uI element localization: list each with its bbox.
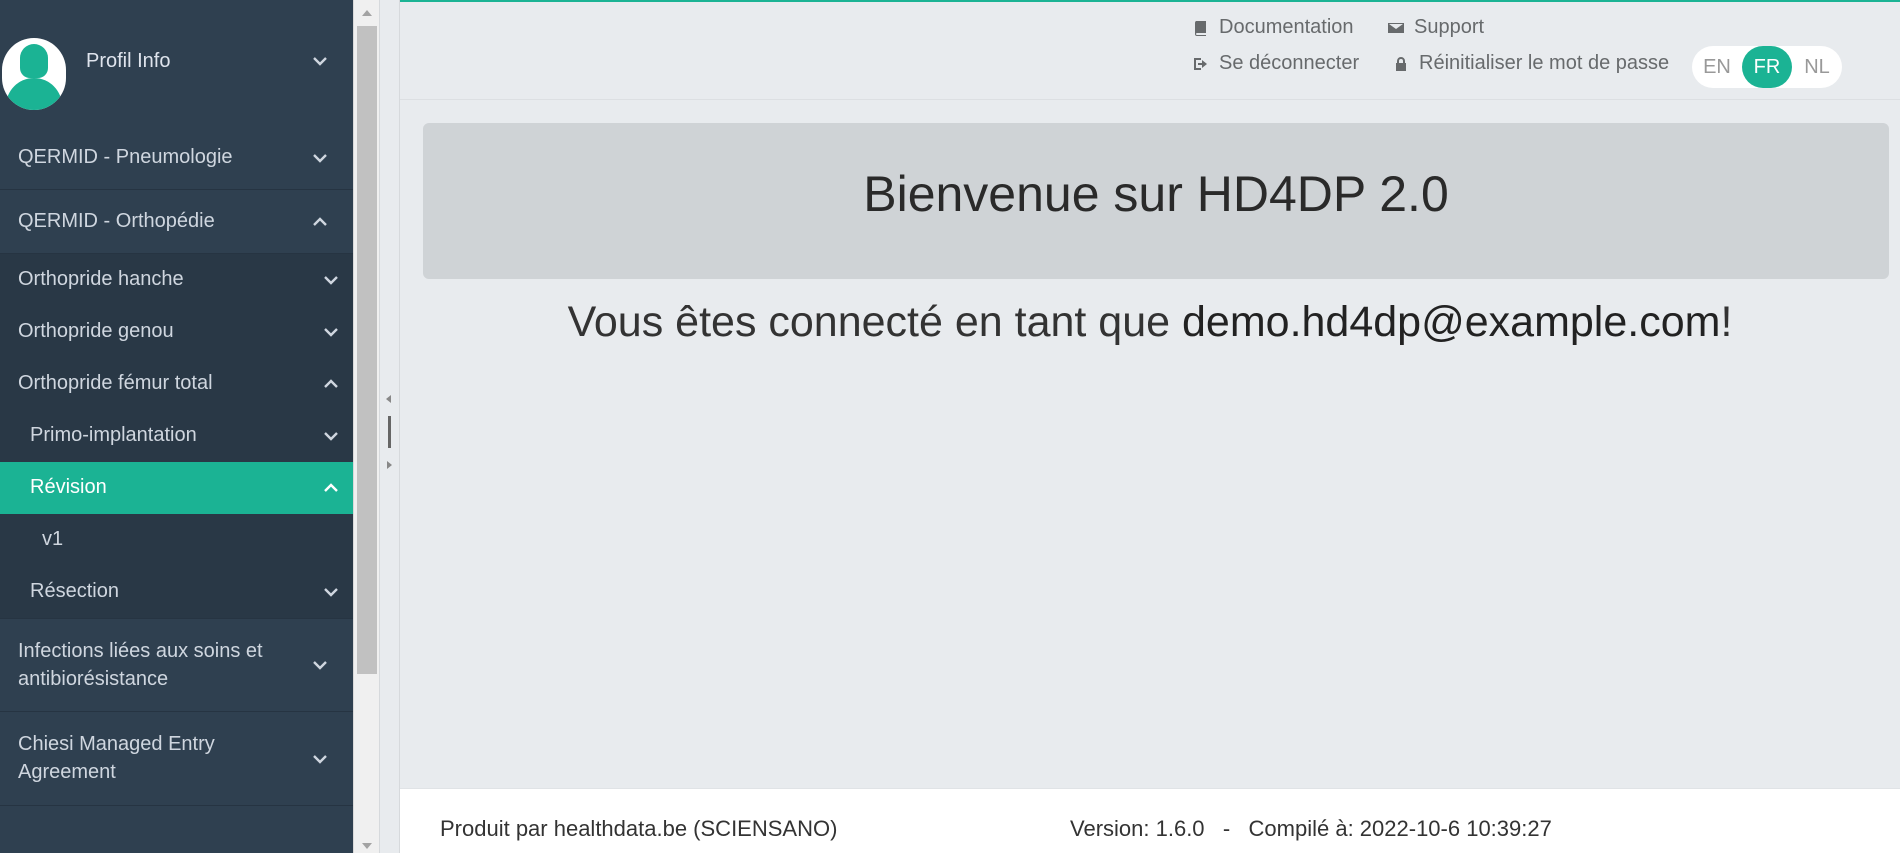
envelope-icon [1388, 22, 1404, 33]
book-icon [1194, 20, 1206, 36]
support-label: Support [1414, 16, 1485, 38]
scroll-up-arrow-icon[interactable] [362, 10, 372, 16]
scroll-down-arrow-icon[interactable] [362, 843, 372, 849]
logged-in-suffix: ! [1720, 298, 1733, 346]
chevron-down-icon [324, 275, 338, 287]
sidebar-item-label: Orthopride genou [18, 320, 174, 342]
logged-in-message: Vous êtes connecté en tant que demo.hd4d… [400, 298, 1900, 347]
lock-icon [1396, 56, 1406, 71]
chevron-down-icon [324, 327, 338, 339]
sidebar-item-label: Orthopride fémur total [18, 372, 213, 394]
logout-label: Se déconnecter [1219, 52, 1360, 74]
chevron-up-icon [324, 483, 338, 495]
sidebar-scrollbar[interactable] [353, 0, 379, 853]
documentation-link[interactable]: Documentation [1193, 16, 1354, 39]
sidebar-item-revision[interactable]: Révision [0, 462, 353, 514]
sidebar-item-label: Orthopride hanche [18, 268, 184, 290]
expand-right-icon[interactable] [387, 461, 392, 469]
lang-en[interactable]: EN [1692, 46, 1742, 88]
sign-out-icon [1194, 57, 1207, 70]
language-switcher: EN FR NL [1692, 46, 1842, 88]
sidebar-item-primo-implantation[interactable]: Primo-implantation [0, 410, 353, 462]
sidebar-item-label: v1 [42, 528, 64, 550]
sidebar-item-label: Révision [30, 476, 107, 498]
profile-label: Profil Info [86, 50, 171, 72]
sidebar-item-label: Chiesi Managed Entry Agreement [18, 733, 215, 783]
welcome-banner: Bienvenue sur HD4DP 2.0 [423, 123, 1889, 279]
collapse-left-icon[interactable] [386, 395, 391, 403]
sidebar-item-orthopride-femur-total[interactable]: Orthopride fémur total [0, 358, 353, 410]
chevron-down-icon [313, 660, 327, 672]
sidebar-item-resection[interactable]: Résection [0, 566, 353, 618]
footer-producer: Produit par healthdata.be (SCIENSANO) [440, 816, 838, 841]
sidebar-item-label: Primo-implantation [30, 424, 197, 446]
chevron-down-icon [313, 153, 327, 165]
chevron-down-icon [324, 587, 338, 599]
footer: Produit par healthdata.be (SCIENSANO) Ve… [400, 788, 1900, 853]
documentation-label: Documentation [1219, 16, 1354, 38]
chevron-up-icon [313, 216, 327, 229]
chevron-up-icon [324, 379, 338, 391]
sidebar-item-label: Résection [30, 580, 119, 602]
sidebar-item-v1[interactable]: v1 [0, 514, 353, 566]
sidebar-item-label: QERMID - Orthopédie [18, 210, 215, 232]
user-avatar-icon [2, 38, 66, 110]
logged-in-prefix: Vous êtes connecté en tant que [567, 298, 1182, 346]
chevron-down-icon [313, 56, 327, 68]
profile-info[interactable]: Profil Info [0, 0, 353, 126]
lang-nl[interactable]: NL [1792, 46, 1842, 88]
sidebar-item-chiesi[interactable]: Chiesi Managed Entry Agreement [0, 712, 353, 806]
splitter-grip[interactable] [388, 416, 391, 448]
sidebar-splitter[interactable] [379, 0, 400, 853]
sidebar-item-orthopride-genou[interactable]: Orthopride genou [0, 306, 353, 358]
reset-password-label: Réinitialiser le mot de passe [1419, 52, 1670, 74]
logout-link[interactable]: Se déconnecter [1193, 52, 1359, 75]
user-email: demo.hd4dp@example.com [1182, 298, 1721, 346]
top-header: Documentation Support Se déconnecter Réi… [400, 2, 1900, 100]
sidebar-item-qermid-orthopedie[interactable]: QERMID - Orthopédie [0, 190, 353, 254]
sidebar-item-qermid-pneumologie[interactable]: QERMID - Pneumologie [0, 126, 353, 190]
sidebar-item-infections[interactable]: Infections liées aux soins et antibiorés… [0, 618, 353, 712]
sidebar-item-label: QERMID - Pneumologie [18, 146, 233, 168]
footer-version: Version: 1.6.0 - Compilé à: 2022-10-6 10… [1070, 816, 1552, 841]
scroll-thumb[interactable] [357, 26, 377, 674]
sidebar: Profil Info QERMID - Pneumologie QERMID … [0, 0, 353, 853]
chevron-down-icon [313, 754, 327, 766]
support-link[interactable]: Support [1388, 16, 1484, 39]
reset-password-link[interactable]: Réinitialiser le mot de passe [1393, 52, 1669, 75]
chevron-down-icon [324, 431, 338, 443]
sidebar-item-orthopride-hanche[interactable]: Orthopride hanche [0, 254, 353, 306]
lang-fr[interactable]: FR [1742, 46, 1792, 88]
page-title: Bienvenue sur HD4DP 2.0 [863, 166, 1449, 222]
sidebar-item-label: Infections liées aux soins et antibiorés… [18, 640, 263, 690]
